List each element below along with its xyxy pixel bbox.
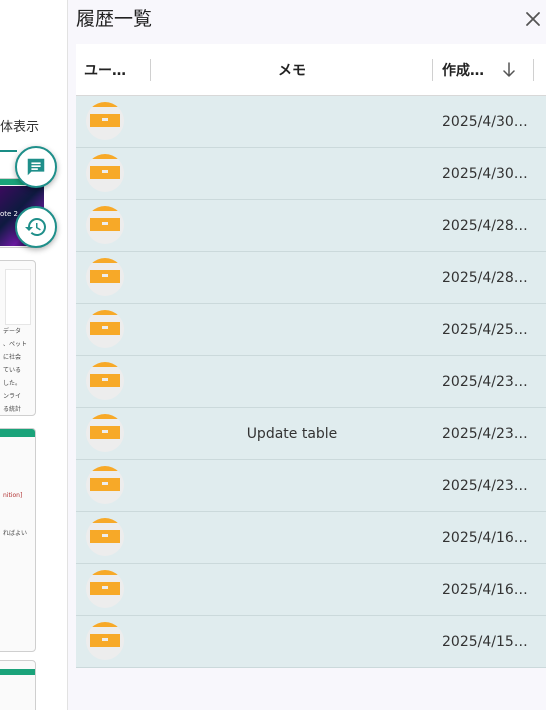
column-header-created[interactable]: 作成… xyxy=(442,44,532,96)
comment-icon xyxy=(27,158,45,176)
table-row[interactable]: 2025/4/23… xyxy=(76,356,546,408)
history-table: ユー… メモ 作成… 2025/4/30… 2025/4/30… 2025/4/28… xyxy=(76,44,546,668)
article-card-2[interactable]: nition] ればよい xyxy=(0,428,36,652)
snippet-line: データ xyxy=(3,328,22,335)
background-page: 体表示 ote 2 データ、ペットに社会ているした。ンライる統計 nition]… xyxy=(0,0,68,710)
table-row[interactable]: 2025/4/16… xyxy=(76,564,546,616)
user-avatar xyxy=(86,570,124,608)
article-card[interactable]: データ、ペットに社会ているした。ンライる統計 xyxy=(0,260,36,416)
created-date-cell: 2025/4/23… xyxy=(442,426,528,442)
snippet-line: ンライ xyxy=(3,393,22,400)
comment-button[interactable] xyxy=(15,146,57,188)
table-row[interactable]: 2025/4/15… xyxy=(76,616,546,668)
card-accent-bar xyxy=(0,429,35,437)
memo-cell xyxy=(152,460,432,512)
user-avatar xyxy=(86,362,124,400)
history-icon xyxy=(25,218,46,236)
column-separator[interactable] xyxy=(150,59,151,81)
table-row[interactable]: 2025/4/28… xyxy=(76,252,546,304)
arrow-down-icon[interactable] xyxy=(500,60,518,80)
created-date-cell: 2025/4/23… xyxy=(442,374,528,390)
memo-cell xyxy=(152,148,432,200)
memo-cell xyxy=(152,304,432,356)
user-avatar xyxy=(86,518,124,556)
card-accent-bar xyxy=(0,669,35,675)
card-red-text: nition] xyxy=(3,492,23,499)
card-preview xyxy=(5,269,31,325)
column-separator[interactable] xyxy=(432,59,433,81)
user-avatar xyxy=(86,102,124,140)
memo-cell xyxy=(152,200,432,252)
snippet-line: 、ペット xyxy=(3,341,28,348)
created-date-cell: 2025/4/28… xyxy=(442,270,528,286)
table-row[interactable]: 2025/4/30… xyxy=(76,148,546,200)
view-label: 体表示 xyxy=(0,120,40,135)
created-date-cell: 2025/4/16… xyxy=(442,582,528,598)
memo-cell xyxy=(152,252,432,304)
created-date-cell: 2025/4/15… xyxy=(442,634,528,650)
user-avatar xyxy=(86,258,124,296)
user-avatar xyxy=(86,466,124,504)
created-date-cell: 2025/4/16… xyxy=(442,530,528,546)
created-date-cell: 2025/4/25… xyxy=(442,322,528,338)
memo-cell xyxy=(152,356,432,408)
tab-underline xyxy=(0,150,17,152)
created-date-cell: 2025/4/23… xyxy=(442,478,528,494)
user-avatar xyxy=(86,206,124,244)
snippet-line: に社会 xyxy=(3,354,22,361)
snippet-line: ている xyxy=(3,367,22,374)
table-header: ユー… メモ 作成… xyxy=(76,44,546,96)
memo-cell xyxy=(152,512,432,564)
table-row[interactable]: 2025/4/25… xyxy=(76,304,546,356)
history-panel: 履歴一覧 ユー… メモ 作成… 2025/4/30… 2025/4/30… 2025… xyxy=(67,0,546,710)
thumbnail-text: ote 2 xyxy=(0,210,19,218)
user-avatar xyxy=(86,154,124,192)
user-avatar xyxy=(86,310,124,348)
close-button[interactable] xyxy=(524,10,542,28)
table-row[interactable]: 2025/4/30… xyxy=(76,96,546,148)
user-avatar xyxy=(86,414,124,452)
card-small-text: ればよい xyxy=(3,530,28,537)
table-body: 2025/4/30… 2025/4/30… 2025/4/28… 2025/4/28…… xyxy=(76,96,546,668)
memo-cell xyxy=(152,96,432,148)
panel-title: 履歴一覧 xyxy=(76,8,153,30)
table-row[interactable]: 2025/4/16… xyxy=(76,512,546,564)
table-row[interactable]: Update table 2025/4/23… xyxy=(76,408,546,460)
memo-cell xyxy=(152,564,432,616)
snippet-line: した。 xyxy=(3,380,22,387)
article-card-3[interactable] xyxy=(0,660,36,710)
memo-cell xyxy=(152,616,432,668)
close-icon xyxy=(526,12,540,26)
created-date-cell: 2025/4/30… xyxy=(442,166,528,182)
column-header-memo[interactable]: メモ xyxy=(152,44,432,96)
history-button[interactable] xyxy=(15,206,57,248)
table-row[interactable]: 2025/4/28… xyxy=(76,200,546,252)
created-date-cell: 2025/4/28… xyxy=(442,218,528,234)
user-avatar xyxy=(86,622,124,660)
column-header-user[interactable]: ユー… xyxy=(84,44,144,96)
created-date-cell: 2025/4/30… xyxy=(442,114,528,130)
snippet-line: る統計 xyxy=(3,406,22,413)
column-separator[interactable] xyxy=(533,59,534,81)
table-row[interactable]: 2025/4/23… xyxy=(76,460,546,512)
memo-cell: Update table xyxy=(246,426,338,442)
